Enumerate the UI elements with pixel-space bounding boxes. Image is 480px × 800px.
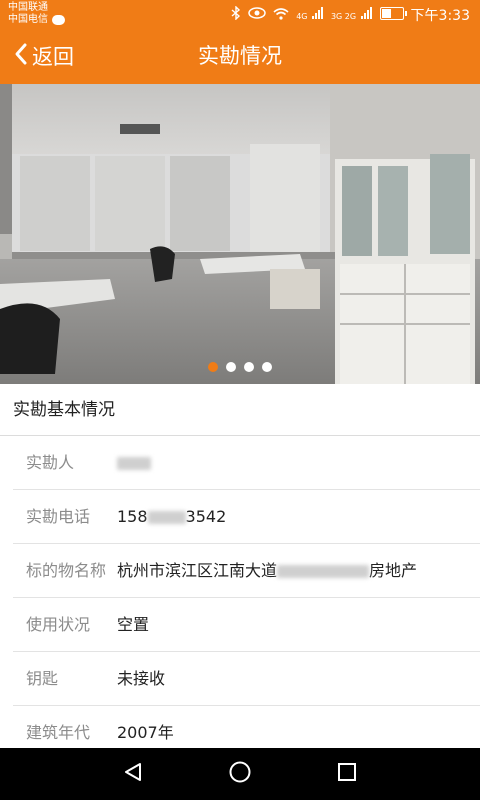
detail-label: 钥匙	[26, 669, 59, 688]
wifi-icon	[273, 7, 289, 24]
redacted-text	[147, 511, 186, 524]
carousel-dot[interactable]	[244, 362, 254, 372]
redacted-text	[277, 565, 370, 578]
redacted-text	[117, 457, 151, 470]
detail-value: 杭州市滨江区江南大道 房地产	[117, 544, 417, 597]
clock: 下午3:33	[410, 8, 470, 24]
address-prefix: 杭州市滨江区江南大道	[117, 561, 278, 580]
eye-icon	[248, 7, 266, 23]
carousel-dot[interactable]	[226, 362, 236, 372]
phone-suffix: 3542	[185, 507, 227, 526]
carousel-indicator	[0, 362, 480, 372]
nav-recents-button[interactable]	[317, 748, 377, 800]
detail-label: 标的物名称	[26, 561, 107, 580]
detail-row-phone: 实勘电话 158 3542	[13, 490, 480, 544]
phone-prefix: 158	[117, 507, 148, 526]
carrier-2: 中国电信	[8, 14, 48, 25]
section-title: 实勘基本情况	[0, 384, 480, 436]
detail-label: 实勘电话	[26, 507, 91, 526]
nav-recents-icon	[336, 761, 358, 787]
detail-value	[117, 436, 151, 489]
detail-value: 158 3542	[117, 490, 226, 543]
office-photo	[0, 84, 480, 384]
carousel-dot[interactable]	[208, 362, 218, 372]
detail-row-usage: 使用状况 空置	[13, 598, 480, 652]
carrier-1: 中国联通	[8, 2, 48, 13]
message-icon	[52, 15, 65, 25]
status-bar: 中国联通 中国电信 4G 3G 2G 下午3:33	[0, 0, 480, 28]
page-title: 实勘情况	[198, 44, 282, 68]
nav-back-icon	[122, 761, 144, 787]
detail-list: 实勘人 实勘电话 158 3542 标的物名称 杭州市滨江区江南大道 房地产 使用状…	[0, 436, 480, 760]
nav-home-button[interactable]	[210, 748, 270, 800]
address-suffix: 房地产	[369, 561, 418, 580]
detail-value: 空置	[117, 615, 150, 634]
photo-carousel[interactable]	[0, 84, 480, 384]
detail-label: 实勘人	[26, 453, 75, 472]
detail-label: 使用状况	[26, 615, 91, 634]
system-navigation-bar	[0, 748, 480, 800]
network-type: 4G	[296, 12, 308, 21]
detail-row-key: 钥匙 未接收	[13, 652, 480, 706]
network-type-2: 3G 2G	[330, 12, 357, 21]
detail-value: 未接收	[117, 669, 166, 688]
detail-row-surveyor: 实勘人	[13, 436, 480, 490]
bluetooth-icon	[231, 5, 241, 24]
title-bar: 返回 实勘情况	[0, 28, 480, 84]
carrier-info: 中国联通 中国电信	[8, 2, 65, 26]
nav-back-button[interactable]	[103, 748, 163, 800]
carousel-dot[interactable]	[262, 362, 272, 372]
detail-row-property-name: 标的物名称 杭州市滨江区江南大道 房地产	[13, 544, 480, 598]
nav-home-icon	[228, 760, 252, 788]
signal-icon-1: 4G	[296, 7, 324, 23]
signal-icon-2: 3G 2G	[331, 7, 373, 23]
battery-icon	[379, 6, 407, 24]
